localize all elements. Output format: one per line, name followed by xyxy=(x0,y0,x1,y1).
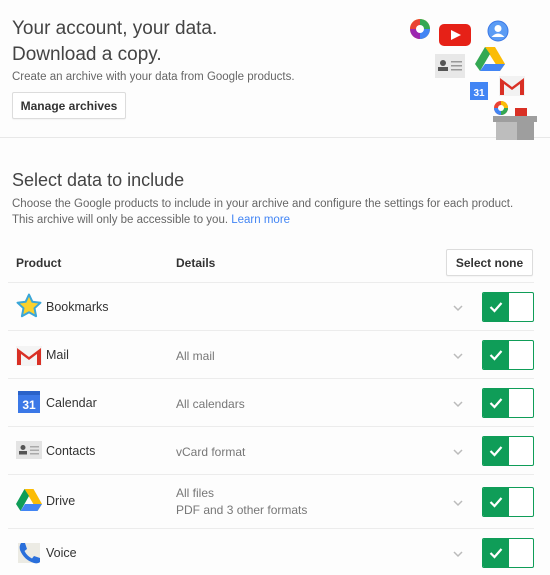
product-detail-secondary: PDF and 3 other formats xyxy=(176,503,308,517)
include-toggle[interactable] xyxy=(482,340,534,370)
gmail-icon xyxy=(16,346,42,366)
column-header-product: Product xyxy=(16,256,62,270)
check-icon xyxy=(489,302,503,313)
manage-archives-button[interactable]: Manage archives xyxy=(12,92,126,119)
svg-text:31: 31 xyxy=(22,398,36,412)
product-row-voice: Voice xyxy=(8,528,534,575)
product-collage: 31 xyxy=(395,10,545,140)
chevron-down-icon[interactable] xyxy=(452,448,464,456)
hero-title-line2: Download a copy. xyxy=(12,44,162,65)
product-row-bookmarks: Bookmarks xyxy=(8,282,534,330)
product-row-mail: Mail All mail xyxy=(8,330,534,378)
contacts-icon xyxy=(16,441,42,459)
chevron-down-icon[interactable] xyxy=(452,550,464,558)
hero-subtitle: Create an archive with your data from Go… xyxy=(12,71,295,83)
product-detail: All mail xyxy=(176,349,215,363)
learn-more-link[interactable]: Learn more xyxy=(231,214,290,226)
hero-title-line1: Your account, your data. xyxy=(12,18,218,39)
chevron-down-icon[interactable] xyxy=(452,400,464,408)
include-toggle[interactable] xyxy=(482,292,534,322)
product-row-drive: Drive All files PDF and 3 other formats xyxy=(8,474,534,528)
check-icon xyxy=(489,497,503,508)
calendar-icon: 31 xyxy=(18,391,40,413)
include-toggle[interactable] xyxy=(482,487,534,517)
product-detail: All files xyxy=(176,486,215,500)
select-none-button[interactable]: Select none xyxy=(446,249,533,276)
drive-icon xyxy=(16,489,42,511)
svg-text:31: 31 xyxy=(473,88,485,99)
section-description: Choose the Google products to include in… xyxy=(12,196,532,228)
chevron-down-icon[interactable] xyxy=(452,304,464,312)
check-icon xyxy=(489,350,503,361)
check-icon xyxy=(489,398,503,409)
chevron-down-icon[interactable] xyxy=(452,499,464,507)
include-toggle[interactable] xyxy=(482,388,534,418)
check-icon xyxy=(489,548,503,559)
product-name: Drive xyxy=(46,494,76,508)
chevron-down-icon[interactable] xyxy=(452,352,464,360)
bookmarks-star-icon xyxy=(16,293,42,318)
include-toggle[interactable] xyxy=(482,538,534,568)
include-toggle[interactable] xyxy=(482,436,534,466)
product-name: Contacts xyxy=(46,444,96,458)
product-name: Calendar xyxy=(46,396,97,410)
product-name: Bookmarks xyxy=(46,300,109,314)
product-row-calendar: 31 Calendar All calendars xyxy=(8,378,534,426)
hero-section: Your account, your data. Download a copy… xyxy=(0,0,550,140)
hero-title: Your account, your data. Download a copy… xyxy=(12,16,217,68)
picasa-icon xyxy=(410,19,430,39)
product-name: Voice xyxy=(46,546,77,560)
check-icon xyxy=(489,446,503,457)
calendar-icon: 31 xyxy=(470,82,488,100)
drive-icon xyxy=(475,47,505,71)
archive-box-icon xyxy=(493,108,537,140)
product-name: Mail xyxy=(46,348,69,362)
youtube-icon xyxy=(439,24,471,46)
product-detail: All calendars xyxy=(176,397,245,411)
contacts-icon xyxy=(435,54,465,78)
section-title: Select data to include xyxy=(12,170,185,190)
profile-icon xyxy=(487,20,509,42)
product-row-contacts: Contacts vCard format xyxy=(8,426,534,474)
product-detail: vCard format xyxy=(176,445,246,459)
gmail-icon xyxy=(499,76,525,96)
column-header-details: Details xyxy=(176,256,216,270)
voice-phone-icon xyxy=(18,543,40,564)
